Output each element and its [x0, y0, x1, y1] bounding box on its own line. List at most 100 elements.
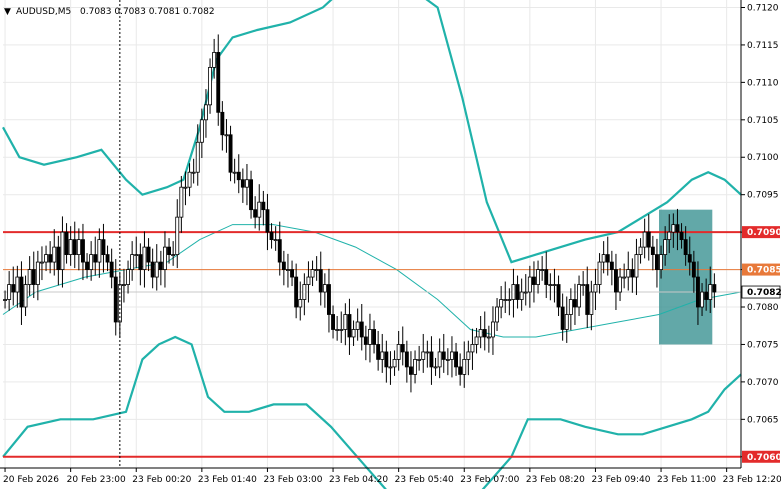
candle-body-61 [253, 209, 258, 218]
candle-body-161 [663, 239, 668, 255]
candle-body-103 [425, 351, 430, 354]
candle-body-115 [474, 336, 479, 345]
candle-body-96 [396, 344, 401, 360]
candle-body-35 [146, 246, 151, 263]
candle-body-165 [679, 231, 684, 241]
candle-body-140 [577, 284, 581, 308]
candle-body-82 [339, 329, 344, 331]
candle-body-43 [179, 186, 184, 218]
candle-body-10 [44, 254, 48, 263]
candle-body-78 [322, 284, 327, 293]
candle-body-143 [589, 291, 594, 315]
candle-body-104 [429, 351, 434, 368]
time-tick-label-11: 23 Feb 12:20 [723, 475, 781, 485]
candle-body-132 [544, 269, 549, 285]
symbol-title: AUDUSD,M5 [16, 7, 71, 17]
candle-body-145 [597, 261, 602, 285]
price-tick-label-8: 0.7080 [747, 303, 779, 313]
candle-body-51 [212, 52, 217, 68]
candle-body-39 [162, 246, 167, 270]
candle-body-59 [244, 179, 249, 188]
candle-body-77 [318, 269, 323, 293]
candle-body-153 [630, 269, 635, 278]
candle-body-16 [68, 239, 73, 255]
candle-body-121 [499, 299, 504, 308]
candle-body-22 [93, 254, 98, 263]
candle-body-41 [171, 254, 176, 256]
candle-body-25 [105, 254, 110, 263]
candle-body-170 [700, 291, 704, 308]
candle-body-15 [64, 231, 69, 255]
candle-body-48 [199, 119, 204, 143]
candle-body-128 [527, 276, 532, 293]
candle-body-0 [3, 299, 7, 301]
candle-body-64 [265, 209, 270, 233]
candle-body-56 [232, 171, 237, 174]
price-tick-label-1: 0.7115 [747, 41, 779, 51]
candle-body-107 [441, 351, 446, 360]
candle-body-69 [285, 269, 290, 271]
candle-body-57 [236, 171, 241, 181]
candle-body-14 [60, 231, 65, 270]
candle-body-37 [154, 261, 159, 278]
candle-body-119 [490, 321, 495, 338]
current-price-label: 0.7082 [747, 288, 781, 298]
chart-window[interactable]: 0.7120 0.7115 0.7110 0.7105 0.7100 0.7095 0.70… [0, 0, 781, 489]
price-tick-label-10: 0.7070 [747, 378, 779, 388]
time-tick-label-0: 20 Feb 2026 [3, 475, 59, 485]
candle-body-93 [384, 351, 389, 368]
candle-body-7 [31, 269, 36, 285]
candle-body-157 [646, 231, 651, 248]
candle-body-94 [388, 366, 393, 369]
candle-body-154 [634, 254, 639, 278]
candle-body-138 [568, 299, 573, 315]
candle-body-76 [314, 269, 319, 271]
candle-body-169 [696, 276, 700, 308]
price-tick-label-11: 0.7065 [747, 415, 779, 425]
time-tick-label-2: 23 Feb 00:20 [132, 475, 191, 485]
candle-body-58 [240, 179, 245, 188]
candle-body-129 [532, 276, 536, 285]
candle-body-26 [109, 261, 114, 278]
time-tick-label-10: 23 Feb 11:00 [657, 475, 716, 485]
candle-body-36 [150, 261, 155, 278]
price-tick-label-5: 0.7095 [747, 191, 779, 201]
time-tick-label-1: 20 Feb 23:00 [67, 475, 126, 485]
candle-body-134 [552, 284, 557, 286]
candle-body-9 [40, 261, 44, 264]
price-tick-label-0: 0.7120 [747, 3, 779, 13]
candle-body-112 [462, 359, 467, 375]
candle-body-24 [101, 239, 106, 255]
candle-body-17 [72, 239, 77, 255]
candle-body-21 [89, 254, 94, 270]
candle-body-113 [466, 351, 471, 360]
candle-body-84 [347, 314, 352, 338]
time-tick-label-3: 23 Feb 01:40 [198, 475, 257, 485]
candle-body-102 [421, 351, 426, 360]
candle-body-122 [503, 299, 508, 301]
candle-body-62 [257, 201, 262, 218]
time-tick-label-9: 23 Feb 09:40 [591, 475, 650, 485]
candle-body-6 [27, 269, 32, 285]
candle-body-163 [671, 224, 676, 233]
candle-body-29 [122, 284, 126, 286]
collapse-triangle-icon[interactable]: ▼ [4, 7, 11, 17]
candle-body-172 [708, 284, 713, 300]
candle-body-90 [372, 329, 376, 345]
candle-body-156 [642, 231, 647, 248]
candle-body-100 [413, 359, 417, 375]
candle-body-158 [650, 246, 655, 255]
candle-body-18 [76, 239, 81, 255]
candle-body-110 [454, 351, 458, 368]
candle-body-109 [449, 351, 454, 360]
candle-body-131 [540, 269, 545, 271]
candle-body-167 [687, 254, 692, 263]
candle-body-171 [704, 291, 709, 300]
price-tick-label-9: 0.7075 [747, 340, 779, 350]
time-tick-label-7: 23 Feb 07:00 [460, 475, 519, 485]
candle-body-32 [134, 254, 139, 256]
candle-body-127 [523, 291, 528, 294]
chart-canvas[interactable]: 0.7120 0.7115 0.7110 0.7105 0.7100 0.7095 0.70… [0, 0, 781, 489]
candle-body-42 [175, 216, 180, 255]
candle-body-45 [187, 171, 192, 188]
